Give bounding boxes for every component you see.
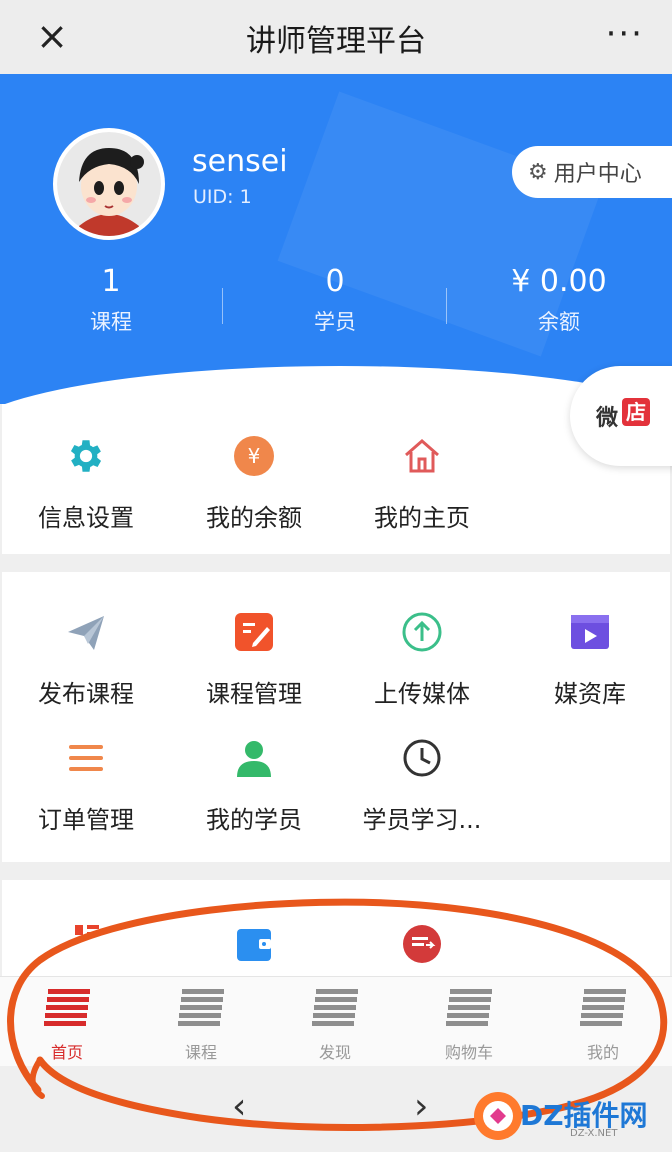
menu-item-media-library[interactable]: 媒资库 xyxy=(506,608,672,709)
stat-value: 0 xyxy=(325,264,345,299)
watermark-logo-icon xyxy=(474,1092,522,1140)
menu-item-my-students[interactable]: 我的学员 xyxy=(170,734,338,835)
stat-students[interactable]: 0 学员 xyxy=(260,264,410,336)
stat-balance[interactable]: ¥ 0.00 余额 xyxy=(484,264,634,336)
bars-icon xyxy=(178,985,224,1037)
more-tools-card xyxy=(2,880,670,976)
menu-item-label: 课程管理 xyxy=(206,680,302,708)
divider xyxy=(446,288,447,324)
menu-item-label: 我的主页 xyxy=(374,504,470,532)
svg-text:¥: ¥ xyxy=(248,444,261,468)
gear-icon xyxy=(62,432,110,480)
bottom-tab-bar: 首页 课程 发现 购物车 我的 xyxy=(0,976,672,1066)
menu-item-my-balance[interactable]: ¥ 我的余额 xyxy=(170,432,338,533)
tab-label: 首页 xyxy=(50,1043,83,1062)
menu-item-label: 发布课程 xyxy=(38,680,134,708)
bars-icon xyxy=(446,985,492,1037)
menu-item-order-management[interactable]: 订单管理 xyxy=(2,734,170,835)
back-button[interactable]: ‹ xyxy=(232,1086,246,1127)
stat-value: 1 xyxy=(101,264,121,299)
menu-item-partial-3[interactable] xyxy=(338,920,506,968)
grid-list-icon xyxy=(62,920,110,968)
user-center-button[interactable]: ⚙ 用户中心 xyxy=(512,146,672,198)
wallet-icon xyxy=(230,920,278,968)
bars-icon xyxy=(580,985,626,1037)
menu-item-partial-1[interactable] xyxy=(2,920,170,968)
edit-icon xyxy=(230,608,278,656)
course-tools-card: 发布课程 课程管理 上传媒体 媒资库 订单管理 我的学员 学员学习... xyxy=(2,572,670,862)
menu-item-course-management[interactable]: 课程管理 xyxy=(170,608,338,709)
header-wave xyxy=(0,366,672,404)
tab-label: 发现 xyxy=(318,1043,351,1062)
menu-item-label: 媒资库 xyxy=(554,680,626,708)
tab-label: 我的 xyxy=(586,1043,619,1062)
gear-icon: ⚙ xyxy=(528,159,548,185)
stat-value: ¥ 0.00 xyxy=(511,264,607,299)
video-icon xyxy=(566,608,614,656)
avatar[interactable] xyxy=(53,128,165,240)
yen-icon: ¥ xyxy=(230,432,278,480)
menu-item-publish-course[interactable]: 发布课程 xyxy=(2,608,170,709)
tab-home[interactable]: 首页 xyxy=(0,985,134,1063)
menu-item-info-settings[interactable]: 信息设置 xyxy=(2,432,170,533)
divider xyxy=(222,288,223,324)
top-bar: × 讲师管理平台 ··· xyxy=(0,0,672,74)
card-icon xyxy=(398,920,446,968)
tab-mine[interactable]: 我的 xyxy=(536,985,670,1063)
user-id: UID: 1 xyxy=(193,186,252,208)
weidian-char-1: 微 xyxy=(596,406,619,431)
bars-icon xyxy=(312,985,358,1037)
tab-label: 课程 xyxy=(184,1043,217,1062)
menu-item-label: 上传媒体 xyxy=(374,680,470,708)
upload-icon xyxy=(398,608,446,656)
menu-item-student-learning[interactable]: 学员学习... xyxy=(338,734,506,835)
tab-cart[interactable]: 购物车 xyxy=(402,985,536,1063)
home-icon xyxy=(398,432,446,480)
weidian-char-2: 店 xyxy=(622,398,650,426)
menu-item-label: 我的余额 xyxy=(206,504,302,532)
menu-item-upload-media[interactable]: 上传媒体 xyxy=(338,608,506,709)
menu-item-label: 信息设置 xyxy=(38,504,134,532)
menu-item-label: 学员学习... xyxy=(362,806,482,834)
stat-label: 余额 xyxy=(538,310,580,334)
bars-icon xyxy=(44,985,90,1037)
clock-icon xyxy=(398,734,446,782)
username: sensei xyxy=(192,144,288,179)
list-icon xyxy=(62,734,110,782)
stat-label: 学员 xyxy=(314,310,356,334)
user-center-label: 用户中心 xyxy=(553,162,642,187)
weidian-button[interactable]: 微 店 xyxy=(570,366,672,466)
watermark: DZ插件网 DZ-X.NET xyxy=(472,1086,662,1146)
stat-label: 课程 xyxy=(90,310,132,334)
tab-label: 购物车 xyxy=(444,1043,493,1062)
menu-item-my-homepage[interactable]: 我的主页 xyxy=(338,432,506,533)
more-menu-button[interactable]: ··· xyxy=(606,14,644,54)
page-title: 讲师管理平台 xyxy=(246,24,426,59)
watermark-subtext: DZ-X.NET xyxy=(570,1128,618,1139)
menu-item-label: 我的学员 xyxy=(206,806,302,834)
menu-item-label: 订单管理 xyxy=(38,806,134,834)
tab-courses[interactable]: 课程 xyxy=(134,985,268,1063)
tab-discover[interactable]: 发现 xyxy=(268,985,402,1063)
paper-plane-icon xyxy=(62,608,110,656)
stat-courses[interactable]: 1 课程 xyxy=(36,264,186,336)
quick-settings-card: 信息设置 ¥ 我的余额 我的主页 xyxy=(2,404,670,554)
user-icon xyxy=(230,734,278,782)
forward-button[interactable]: › xyxy=(414,1086,428,1127)
menu-item-partial-2[interactable] xyxy=(170,920,338,968)
